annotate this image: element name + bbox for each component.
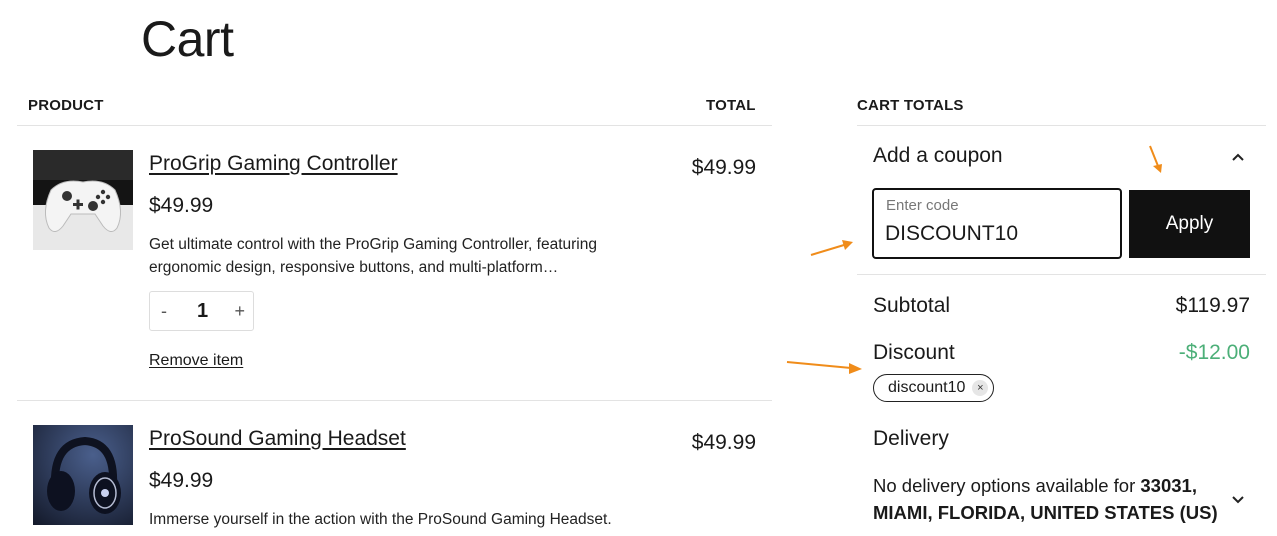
line-total: $49.99 <box>691 431 756 454</box>
line-total: $49.99 <box>691 156 756 179</box>
total-column-header: TOTAL <box>706 97 756 114</box>
delivery-location-line2: MIAMI, FLORIDA, UNITED STATES (US) <box>873 502 1218 523</box>
page-title: Cart <box>141 11 234 67</box>
product-name-link[interactable]: ProSound Gaming Headset <box>149 427 406 451</box>
applied-coupon-code: discount10 <box>888 379 966 396</box>
delivery-label: Delivery <box>873 427 949 450</box>
product-column-header: PRODUCT <box>28 97 104 114</box>
totals-divider <box>857 125 1266 126</box>
quantity-value[interactable]: 1 <box>185 300 220 323</box>
product-price: $49.99 <box>149 194 214 217</box>
decrease-quantity-button[interactable]: - <box>161 301 167 322</box>
product-price: $49.99 <box>149 469 214 492</box>
product-description: Get ultimate control with the ProGrip Ga… <box>149 233 649 279</box>
coupon-code-input[interactable] <box>885 222 1105 246</box>
item-divider <box>17 400 772 401</box>
delivery-location-line1: 33031, <box>1140 475 1197 496</box>
increase-quantity-button[interactable]: + <box>234 301 245 322</box>
description-line: ergonomic design, responsive buttons, an… <box>149 259 559 276</box>
cart-totals-header: CART TOTALS <box>857 97 964 114</box>
description-line: Get ultimate control with the ProGrip Ga… <box>149 236 597 253</box>
description-line: Immerse yourself in the action with the … <box>149 511 612 528</box>
header-divider <box>17 125 772 126</box>
annotation-arrow-icon <box>786 361 862 374</box>
annotation-arrow-icon <box>810 240 853 256</box>
discount-label: Discount <box>873 341 955 364</box>
delivery-prefix: No delivery options available for <box>873 475 1141 496</box>
add-coupon-toggle[interactable]: Add a coupon <box>873 144 1003 168</box>
remove-coupon-icon[interactable]: × <box>972 380 989 396</box>
applied-coupon-chip: discount10 × <box>873 374 995 402</box>
quantity-stepper: - 1 + <box>149 291 254 331</box>
annotation-arrow-icon <box>1149 145 1162 173</box>
apply-coupon-button[interactable]: Apply <box>1129 190 1250 258</box>
headset-image[interactable] <box>33 425 133 525</box>
subtotal-value: $119.97 <box>1175 294 1250 317</box>
product-name-link[interactable]: ProGrip Gaming Controller <box>149 152 398 176</box>
coupon-divider <box>857 274 1266 275</box>
coupon-code-field: Enter code <box>872 188 1122 259</box>
chevron-down-icon[interactable] <box>1228 489 1248 509</box>
product-description: Immerse yourself in the action with the … <box>149 508 649 531</box>
remove-item-link[interactable]: Remove item <box>149 352 243 370</box>
discount-value: -$12.00 <box>1178 341 1250 364</box>
controller-image[interactable] <box>33 150 133 250</box>
chevron-up-icon[interactable] <box>1228 148 1248 168</box>
coupon-code-label: Enter code <box>886 197 959 214</box>
delivery-message: No delivery options available for 33031,… <box>873 472 1233 526</box>
subtotal-label: Subtotal <box>873 294 951 317</box>
